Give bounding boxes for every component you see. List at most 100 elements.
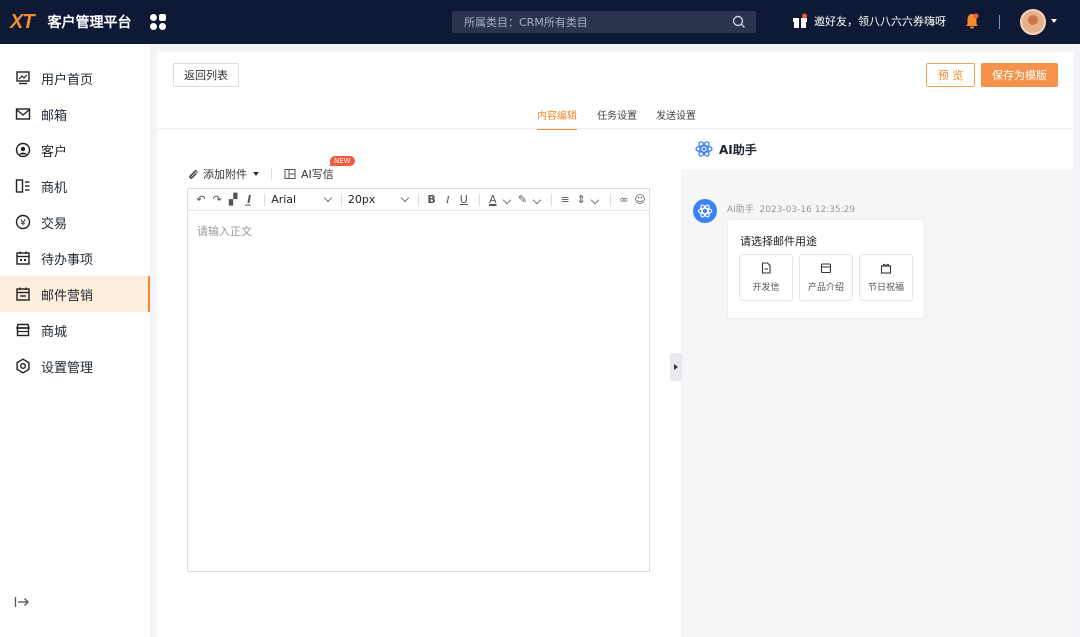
back-to-list-button[interactable]: 返回列表: [173, 63, 239, 87]
editor-actions: 添加附件 AI写信: [187, 166, 334, 182]
link-icon[interactable]: ∞: [617, 192, 631, 207]
sidebar-item-opportunity[interactable]: 商机: [0, 168, 150, 204]
divider: [271, 168, 272, 180]
ai-assistant-icon: [695, 141, 713, 157]
font-family-value: Arial: [271, 193, 297, 206]
ai-assistant-icon: [697, 204, 713, 218]
sidebar-item-home[interactable]: 用户首页: [0, 60, 150, 96]
sidebar-item-label: 用户首页: [41, 72, 94, 88]
ai-message-meta: AI助手 2023-03-16 12:35:29: [727, 202, 855, 215]
ai-sender: AI助手: [727, 205, 754, 215]
sidebar-item-store[interactable]: 商城: [0, 312, 150, 348]
category-search[interactable]: 所属类目：CRM所有类目: [452, 11, 756, 33]
new-badge: NEW: [330, 156, 355, 166]
bell-icon[interactable]: [963, 12, 981, 30]
rich-text-editor: ↶ ↷ ▞ I̲ Arial 20px B I U A ✎ ≡ ⇕ ∞ ☺ 请输…: [187, 188, 650, 572]
undo-icon[interactable]: ↶: [194, 192, 208, 207]
option-holiday-greeting[interactable]: 节日祝福: [859, 254, 913, 301]
tab-task-settings[interactable]: 任务设置: [597, 107, 637, 122]
customer-icon: [14, 141, 32, 159]
email-marketing-icon: [14, 285, 32, 303]
align-icon[interactable]: ≡: [558, 192, 572, 207]
save-as-template-button[interactable]: 保存为模版: [981, 63, 1058, 87]
ai-layout-icon: [284, 169, 296, 179]
topbar-divider: [999, 15, 1000, 29]
highlight-icon[interactable]: ✎: [515, 192, 529, 207]
sidebar-item-label: 商城: [41, 324, 68, 340]
chevron-down-icon[interactable]: [1051, 19, 1057, 23]
editor-placeholder: 请输入正文: [197, 225, 252, 238]
paperclip-icon: [189, 169, 198, 179]
opportunity-icon: [14, 177, 32, 195]
ai-timestamp: 2023-03-16 12:35:29: [759, 205, 856, 215]
tab-content-edit[interactable]: 内容编辑: [537, 107, 577, 130]
option-product-intro[interactable]: 产品介绍: [799, 254, 853, 301]
ai-prompt: 请选择邮件用途: [740, 235, 817, 248]
sidebar-item-settings[interactable]: 设置管理: [0, 348, 150, 384]
redo-icon[interactable]: ↷: [210, 192, 224, 207]
underline-icon[interactable]: U: [457, 192, 471, 207]
sidebar-item-label: 邮件营销: [41, 288, 94, 304]
sidebar-item-trade[interactable]: ¥ 交易: [0, 204, 150, 240]
main-panel: 返回列表 预 览 保存为模版 内容编辑 任务设置 发送设置 添加附件 AI写信 …: [157, 52, 1073, 637]
app-logo[interactable]: XT: [10, 11, 35, 34]
clear-format-icon[interactable]: I̲: [242, 192, 256, 207]
font-size-select[interactable]: 20px: [348, 193, 412, 206]
sidebar: 用户首页 邮箱 客户 商机 ¥ 交易 待办事项 邮件营销 商城 设置管理: [0, 44, 150, 637]
format-painter-icon[interactable]: ▞: [226, 192, 240, 207]
sidebar-item-todo[interactable]: 待办事项: [0, 240, 150, 276]
sidebar-item-label: 待办事项: [41, 252, 94, 268]
ai-write-button[interactable]: AI写信: [301, 166, 334, 182]
option-label: 节日祝福: [867, 283, 904, 293]
option-cold-email[interactable]: 开发信: [739, 254, 793, 301]
search-icon[interactable]: [732, 15, 746, 29]
sidebar-item-label: 商机: [41, 180, 68, 196]
top-bar: XT 客户管理平台 所属类目：CRM所有类目 邀好友，领八八六六券嗨呀: [0, 0, 1080, 44]
ai-panel-title: AI助手: [719, 142, 757, 157]
ai-panel-header: AI助手: [681, 129, 1073, 169]
promo-text: 邀好友，领八八六六券嗨呀: [814, 15, 946, 28]
invite-promo[interactable]: 邀好友，领八八六六券嗨呀: [792, 13, 946, 29]
ai-assistant-panel: AI助手 AI助手 2023-03-16 12:35:29 请选择邮件用途 开发…: [681, 129, 1073, 637]
sidebar-item-label: 客户: [41, 144, 68, 160]
bold-icon[interactable]: B: [425, 192, 439, 207]
box-icon: [820, 263, 832, 274]
tab-bar: 内容编辑 任务设置 发送设置: [157, 102, 1073, 130]
apps-icon[interactable]: [149, 14, 166, 30]
preview-button[interactable]: 预 览: [926, 63, 975, 87]
calendar-icon: [14, 249, 32, 267]
chevron-down-icon[interactable]: [253, 172, 259, 176]
app-title: 客户管理平台: [47, 15, 132, 31]
document-icon: [761, 262, 771, 274]
ai-message-card: 请选择邮件用途 开发信 产品介绍 节日祝福: [727, 219, 925, 319]
font-size-value: 20px: [347, 193, 376, 206]
sidebar-item-label: 邮箱: [41, 108, 68, 124]
home-monitor-icon: [14, 69, 32, 87]
search-text: 所属类目：CRM所有类目: [464, 16, 588, 29]
store-icon: [14, 321, 32, 339]
collapse-sidebar-icon[interactable]: [14, 595, 30, 609]
sidebar-item-customer[interactable]: 客户: [0, 132, 150, 168]
line-height-icon[interactable]: ⇕: [574, 192, 588, 207]
option-label: 产品介绍: [807, 283, 844, 293]
sidebar-item-label: 交易: [41, 216, 68, 232]
font-family-select[interactable]: Arial: [271, 193, 335, 206]
sidebar-item-email-marketing[interactable]: 邮件营销: [0, 276, 150, 312]
add-attachment-button[interactable]: 添加附件: [203, 166, 247, 182]
gift-icon: [793, 13, 807, 28]
svg-text:¥: ¥: [20, 219, 26, 229]
emoji-icon[interactable]: ☺: [633, 192, 647, 207]
ai-avatar: [693, 199, 717, 223]
trade-icon: ¥: [14, 213, 32, 231]
sidebar-item-label: 设置管理: [41, 360, 94, 376]
avatar[interactable]: [1020, 9, 1046, 35]
sidebar-item-mail[interactable]: 邮箱: [0, 96, 150, 132]
editor-body[interactable]: 请输入正文: [188, 211, 649, 251]
font-color-icon[interactable]: A: [486, 192, 500, 207]
gift-box-icon: [880, 263, 892, 274]
ai-panel-toggle-button[interactable]: [670, 353, 682, 381]
editor-toolbar: ↶ ↷ ▞ I̲ Arial 20px B I U A ✎ ≡ ⇕ ∞ ☺: [188, 189, 649, 211]
italic-icon[interactable]: I: [441, 192, 455, 207]
tab-send-settings[interactable]: 发送设置: [656, 107, 696, 122]
gear-icon: [14, 357, 32, 375]
